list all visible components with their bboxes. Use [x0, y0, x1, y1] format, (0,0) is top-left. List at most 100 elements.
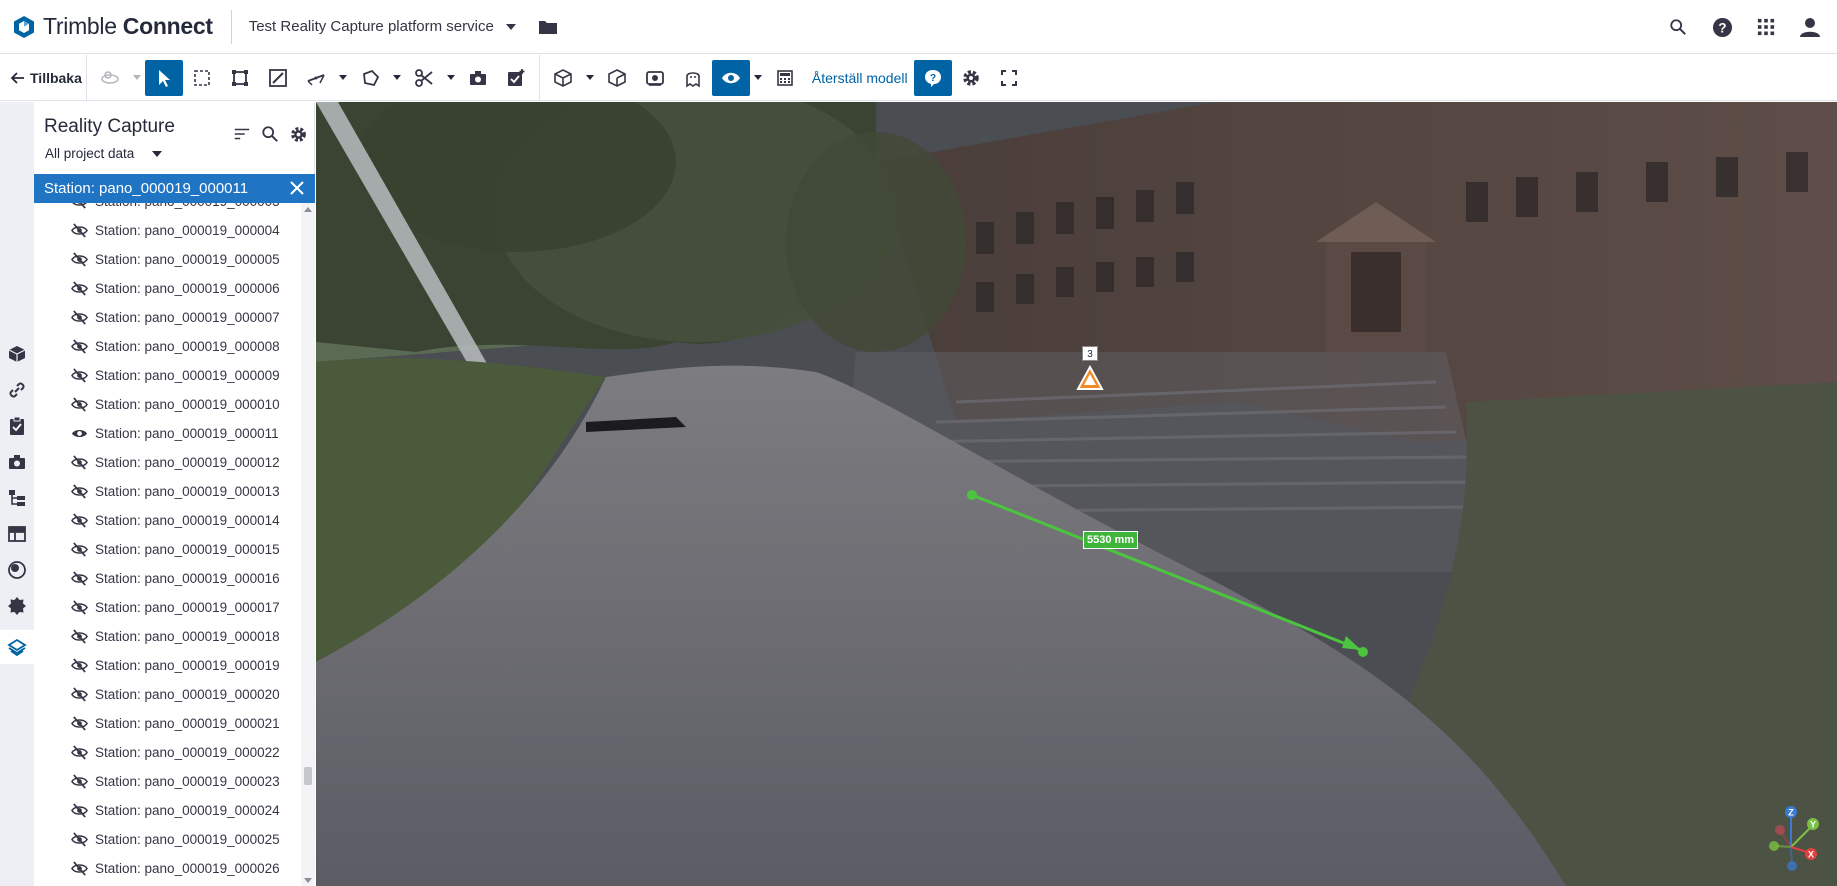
clip-plane-dropdown[interactable]	[389, 60, 405, 96]
back-button[interactable]: Tillbaka	[10, 55, 82, 101]
user-avatar-icon[interactable]	[1799, 16, 1821, 38]
fullscreen-button[interactable]	[990, 60, 1028, 96]
view-cube-button[interactable]	[544, 60, 582, 96]
eye-off-icon[interactable]	[70, 367, 88, 385]
apps-grid-icon[interactable]	[1755, 16, 1777, 38]
visibility-button[interactable]	[711, 59, 750, 96]
add-todo-button[interactable]	[497, 60, 535, 96]
3d-viewer-canvas[interactable]: 3 5530 mm Z Y X	[316, 102, 1837, 886]
measurement-label[interactable]: 5530 mm	[1083, 531, 1139, 549]
ortho-view-button[interactable]	[598, 60, 636, 96]
station-row[interactable]: Station: pano_000019_000022	[34, 738, 301, 767]
eye-off-icon[interactable]	[70, 599, 88, 617]
scroll-thumb[interactable]	[304, 767, 312, 785]
calculator-button[interactable]	[766, 60, 804, 96]
box-select-button[interactable]	[183, 60, 221, 96]
eye-off-icon[interactable]	[70, 203, 88, 211]
eye-off-icon[interactable]	[70, 222, 88, 240]
eye-off-icon[interactable]	[70, 715, 88, 733]
orbit-dropdown[interactable]	[129, 60, 145, 96]
station-row[interactable]: Station: pano_000019_000008	[34, 332, 301, 361]
panorama-button[interactable]	[636, 60, 674, 96]
project-selector-label[interactable]: Test Reality Capture platform service	[249, 18, 494, 35]
eye-off-icon[interactable]	[70, 744, 88, 762]
station-row[interactable]: Station: pano_000019_000010	[34, 390, 301, 419]
markup-button[interactable]	[259, 60, 297, 96]
close-icon[interactable]	[288, 179, 306, 197]
eye-off-icon[interactable]	[70, 657, 88, 675]
warning-triangle-icon[interactable]	[1076, 365, 1104, 391]
axis-gizmo[interactable]: Z Y X	[1756, 802, 1826, 872]
reset-model-link[interactable]: Återställ modell	[812, 70, 908, 86]
rail-extensions-button[interactable]	[5, 594, 29, 618]
scroll-down-arrow[interactable]	[304, 878, 312, 883]
eye-off-icon[interactable]	[70, 454, 88, 472]
settings-button[interactable]	[952, 60, 990, 96]
sort-icon[interactable]	[232, 124, 252, 144]
search-icon[interactable]	[1667, 16, 1689, 38]
eye-off-icon[interactable]	[70, 570, 88, 588]
gear-icon[interactable]	[288, 124, 308, 144]
station-row[interactable]: Station: pano_000019_000006	[34, 274, 301, 303]
station-list-scrollbar[interactable]	[301, 203, 315, 886]
station-row[interactable]: Station: pano_000019_000016	[34, 564, 301, 593]
eye-off-icon[interactable]	[70, 280, 88, 298]
station-row[interactable]: Station: pano_000019_000026	[34, 854, 301, 883]
station-row[interactable]: Station: pano_000019_000011	[34, 419, 301, 448]
rail-clash-button[interactable]	[5, 558, 29, 582]
help-icon[interactable]: ?	[1711, 16, 1733, 38]
eye-off-icon[interactable]	[70, 338, 88, 356]
eye-off-icon[interactable]	[70, 831, 88, 849]
rail-models-button[interactable]	[5, 342, 29, 366]
station-row[interactable]: Station: pano_000019_000024	[34, 796, 301, 825]
station-row[interactable]: Station: pano_000019_000014	[34, 506, 301, 535]
rail-todos-button[interactable]	[5, 414, 29, 438]
section-box-button[interactable]	[221, 60, 259, 96]
help-toggle-button[interactable]: ?	[913, 59, 952, 96]
eye-off-icon[interactable]	[70, 541, 88, 559]
station-row[interactable]: Station: pano_000019_000009	[34, 361, 301, 390]
station-row[interactable]: Station: pano_000019_000023	[34, 767, 301, 796]
measure-button[interactable]	[297, 60, 335, 96]
cut-dropdown[interactable]	[443, 60, 459, 96]
rail-tree-button[interactable]	[5, 486, 29, 510]
station-row[interactable]: Station: pano_000019_000020	[34, 680, 301, 709]
chevron-down-icon[interactable]	[505, 23, 516, 30]
eye-off-icon[interactable]	[70, 773, 88, 791]
snapshot-button[interactable]	[459, 60, 497, 96]
eye-off-icon[interactable]	[70, 251, 88, 269]
rail-table-button[interactable]	[5, 522, 29, 546]
eye-off-icon[interactable]	[70, 628, 88, 646]
visibility-dropdown[interactable]	[750, 60, 766, 96]
station-row[interactable]: Station: pano_000019_000017	[34, 593, 301, 622]
eye-off-icon[interactable]	[70, 686, 88, 704]
eye-off-icon[interactable]	[70, 309, 88, 327]
station-row[interactable]: Station: pano_000019_000004	[34, 216, 301, 245]
station-row[interactable]: Station: pano_000019_000012	[34, 448, 301, 477]
eye-off-icon[interactable]	[70, 396, 88, 414]
station-row[interactable]: Station: pano_000019_000018	[34, 622, 301, 651]
station-row[interactable]: Station: pano_000019_000025	[34, 825, 301, 854]
eye-off-icon[interactable]	[70, 860, 88, 878]
select-tool-button[interactable]	[144, 59, 183, 96]
eye-off-icon[interactable]	[70, 802, 88, 820]
station-row[interactable]: Station: pano_000019_000013	[34, 477, 301, 506]
view-cube-dropdown[interactable]	[582, 60, 598, 96]
orbit-button[interactable]	[91, 60, 129, 96]
rail-views-button[interactable]	[5, 450, 29, 474]
data-filter-select[interactable]: All project data	[45, 146, 163, 161]
station-row[interactable]: Station: pano_000019_000015	[34, 535, 301, 564]
measure-dropdown[interactable]	[335, 60, 351, 96]
clip-plane-button[interactable]	[351, 60, 389, 96]
scroll-up-arrow[interactable]	[304, 207, 312, 212]
station-row[interactable]: Station: pano_000019_000003	[34, 203, 301, 216]
station-row[interactable]: Station: pano_000019_000005	[34, 245, 301, 274]
station-row[interactable]: Station: pano_000019_000007	[34, 303, 301, 332]
cut-button[interactable]	[405, 60, 443, 96]
eye-off-icon[interactable]	[70, 512, 88, 530]
station-row[interactable]: Station: pano_000019_000019	[34, 651, 301, 680]
search-icon[interactable]	[260, 124, 280, 144]
trimble-connect-logo[interactable]: Trimble Connect	[11, 0, 213, 54]
folder-icon[interactable]	[538, 19, 558, 35]
eye-icon[interactable]	[70, 425, 88, 443]
